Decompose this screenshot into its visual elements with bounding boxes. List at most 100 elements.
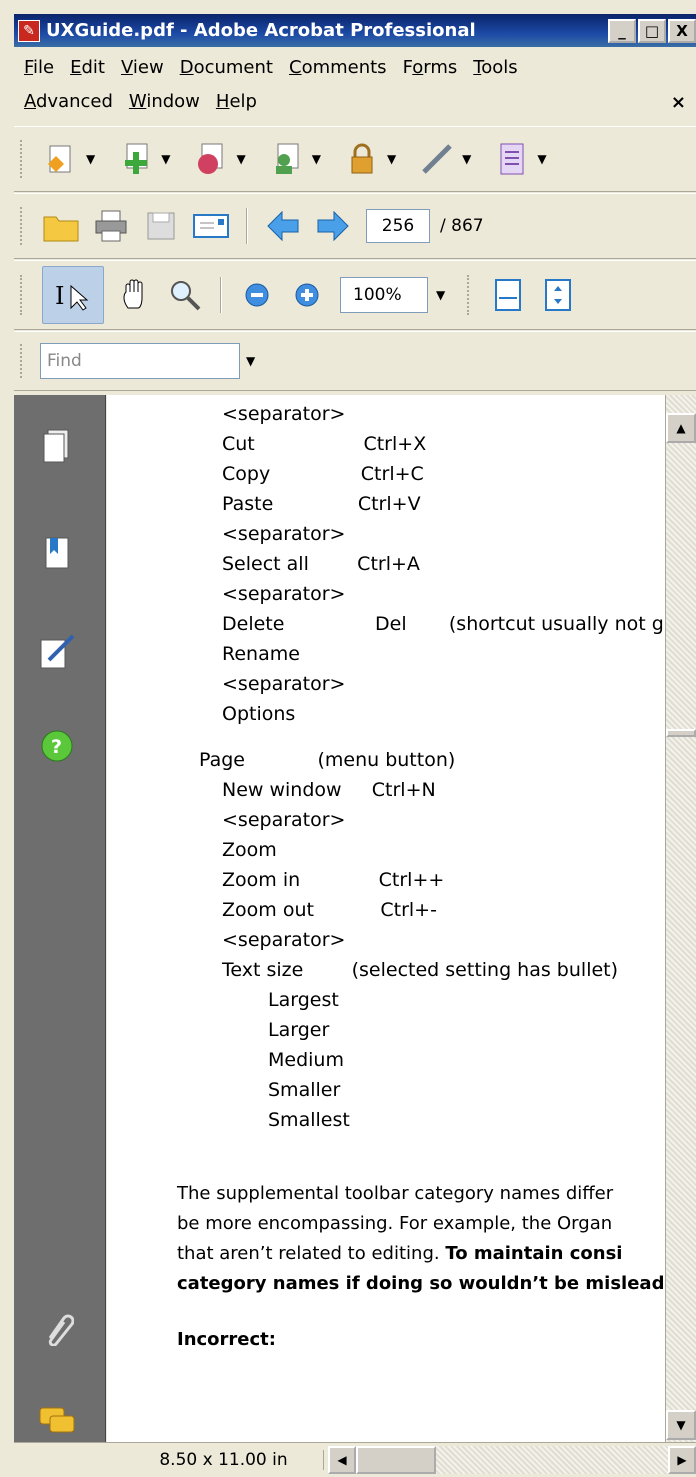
title-bar: ✎ UXGuide.pdf - Adobe Acrobat Profession…: [14, 14, 696, 47]
page-total: / 867: [440, 216, 484, 236]
document-line: Select all Ctrl+A: [222, 553, 420, 575]
fit-page-icon[interactable]: [539, 276, 577, 314]
email-icon[interactable]: [192, 207, 230, 245]
document-line: Smaller: [268, 1079, 341, 1101]
menu-view[interactable]: View: [111, 57, 170, 78]
paragraph-line: that aren’t related to editing. To maint…: [177, 1243, 623, 1264]
close-button[interactable]: X: [668, 19, 696, 43]
chevron-down-icon[interactable]: ▼: [387, 152, 396, 166]
page-size-label: 8.50 x 11.00 in: [124, 1450, 324, 1470]
create-pdf-icon[interactable]: [42, 140, 80, 178]
menu-forms[interactable]: Forms: [393, 57, 464, 78]
zoom-in-icon[interactable]: [288, 276, 326, 314]
forms-icon[interactable]: [493, 140, 531, 178]
previous-page-icon[interactable]: [264, 207, 302, 245]
start-meeting-icon[interactable]: [268, 140, 306, 178]
minimize-button[interactable]: _: [608, 19, 636, 43]
print-icon[interactable]: [92, 207, 130, 245]
document-line: Rename: [222, 643, 300, 665]
document-line: Text size (selected setting has bullet): [222, 959, 619, 981]
bookmarks-icon[interactable]: [36, 533, 78, 575]
menu-window[interactable]: Window: [119, 91, 206, 112]
tasks-toolbar: ▼ ▼ ▼ ▼ ▼ ▼ ▼: [14, 126, 696, 192]
menu-tools[interactable]: Tools: [463, 57, 523, 78]
document-line: Smallest: [268, 1109, 350, 1131]
vertical-scrollbar[interactable]: ▲ ▼: [665, 395, 696, 1442]
document-line: <separator>: [222, 403, 346, 425]
toolbar-grip[interactable]: [467, 274, 473, 316]
chevron-down-icon[interactable]: ▼: [86, 152, 95, 166]
find-toolbar: Find ▼: [14, 331, 696, 391]
chevron-down-icon[interactable]: ▼: [537, 152, 546, 166]
page-number-input[interactable]: 256: [366, 209, 430, 243]
close-document-icon[interactable]: ×: [671, 92, 686, 113]
horizontal-scrollbar[interactable]: ◀ ▶: [328, 1446, 696, 1474]
chevron-down-icon[interactable]: ▼: [436, 288, 445, 302]
zoom-tool-icon[interactable]: [166, 276, 204, 314]
document-line: <separator>: [222, 583, 346, 605]
scroll-thumb[interactable]: [666, 729, 696, 737]
document-line: Paste Ctrl+V: [222, 493, 421, 515]
chevron-down-icon[interactable]: ▼: [312, 152, 321, 166]
save-icon[interactable]: [142, 207, 180, 245]
menu-help[interactable]: Help: [206, 91, 263, 112]
chevron-down-icon[interactable]: ▼: [462, 152, 471, 166]
export-icon[interactable]: [192, 140, 230, 178]
menu-file[interactable]: File: [14, 57, 60, 78]
document-line: Delete Del (shortcut usually not g: [222, 613, 664, 635]
zoom-level-input[interactable]: 100%: [340, 277, 428, 313]
document-line: Page (menu button): [199, 749, 456, 771]
scroll-left-icon[interactable]: ◀: [328, 1446, 356, 1474]
toolbar-grip[interactable]: [20, 139, 26, 179]
help-icon[interactable]: ?: [36, 725, 78, 767]
document-line: Larger: [268, 1019, 330, 1041]
menu-comments[interactable]: Comments: [279, 57, 393, 78]
status-bar: 8.50 x 11.00 in ◀ ▶: [14, 1442, 696, 1477]
toolbar-grip[interactable]: [20, 274, 26, 316]
paragraph-line: be more encompassing. For example, the O…: [177, 1213, 613, 1234]
horizontal-scroll-thumb[interactable]: [356, 1446, 436, 1474]
document-line: <separator>: [222, 809, 346, 831]
pdf-icon: ✎: [18, 19, 40, 42]
secure-lock-icon[interactable]: [343, 140, 381, 178]
menu-edit[interactable]: Edit: [60, 57, 111, 78]
pages-icon[interactable]: [36, 425, 78, 467]
next-page-icon[interactable]: [314, 207, 352, 245]
document-line: Zoom out Ctrl+-: [222, 899, 437, 921]
combine-files-icon[interactable]: [117, 140, 155, 178]
incorrect-heading: Incorrect:: [177, 1329, 276, 1350]
signatures-icon[interactable]: [36, 631, 78, 673]
document-line: Zoom: [222, 839, 277, 861]
scroll-down-icon[interactable]: ▼: [666, 1410, 696, 1440]
document-line: Copy Ctrl+C: [222, 463, 424, 485]
chevron-down-icon[interactable]: ▼: [236, 152, 245, 166]
select-zoom-toolbar: I 100% ▼: [14, 260, 696, 330]
document-line: Options: [222, 703, 296, 725]
svg-text:?: ?: [51, 736, 62, 758]
toolbar-grip[interactable]: [20, 343, 26, 379]
scroll-up-icon[interactable]: ▲: [666, 413, 696, 443]
fit-width-icon[interactable]: [489, 276, 527, 314]
hand-tool-icon[interactable]: [116, 276, 154, 314]
chevron-down-icon[interactable]: ▼: [161, 152, 170, 166]
toolbar-grip[interactable]: [20, 206, 26, 246]
zoom-out-icon[interactable]: [238, 276, 276, 314]
menu-advanced[interactable]: Advanced: [14, 91, 119, 112]
chevron-down-icon[interactable]: ▼: [246, 354, 255, 368]
menu-document[interactable]: Document: [170, 57, 279, 78]
select-tool-icon[interactable]: I: [42, 266, 104, 324]
open-folder-icon[interactable]: [42, 207, 80, 245]
paragraph-line: category names if doing so wouldn’t be m…: [177, 1273, 665, 1294]
document-line: Cut Ctrl+X: [222, 433, 427, 455]
attachments-paperclip-icon[interactable]: [36, 1307, 78, 1349]
document-line: <separator>: [222, 929, 346, 951]
navigation-panel: ?: [14, 395, 106, 1477]
document-page: <separator> Cut Ctrl+X Copy Ctrl+C Paste Ct…: [107, 395, 665, 1442]
maximize-button[interactable]: □: [638, 19, 666, 43]
sign-pen-icon[interactable]: [418, 140, 456, 178]
find-input[interactable]: Find: [40, 343, 240, 379]
scroll-right-icon[interactable]: ▶: [668, 1446, 696, 1474]
document-line: Largest: [268, 989, 339, 1011]
document-line: Zoom in Ctrl++: [222, 869, 445, 891]
comments-icon[interactable]: [36, 1400, 78, 1442]
